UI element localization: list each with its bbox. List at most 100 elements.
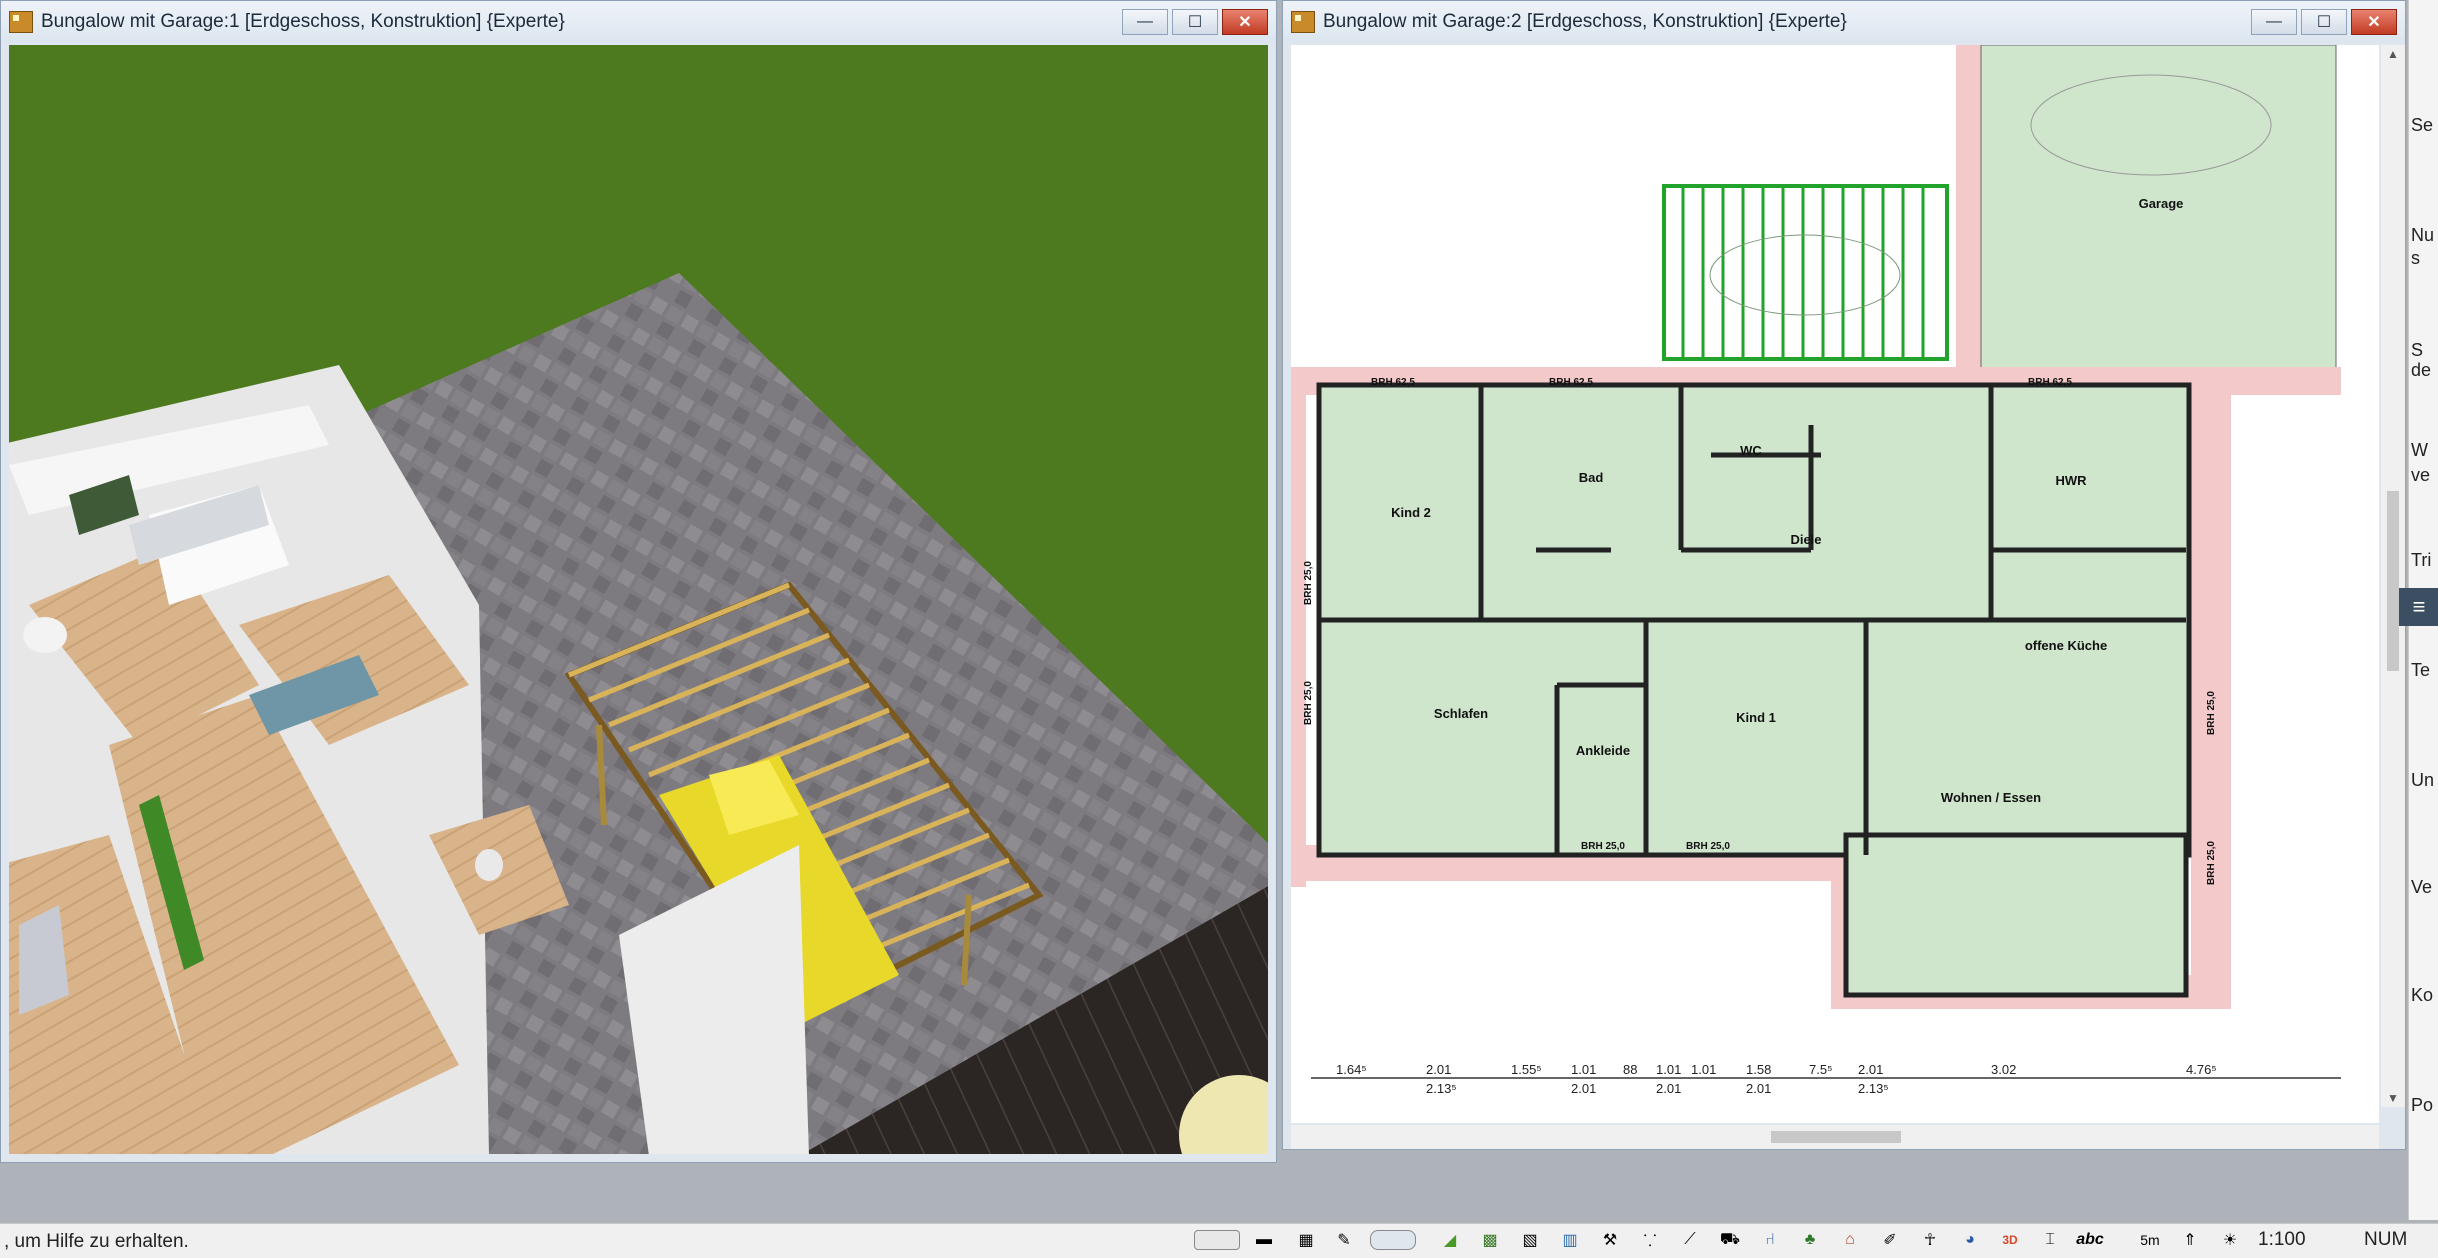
3d-view-icon[interactable]: 3D bbox=[1996, 1228, 2024, 1252]
brh-label: BRH 25,0 bbox=[1303, 681, 1314, 725]
pattern-icon[interactable]: ▥ bbox=[1556, 1228, 1584, 1252]
3d-scene bbox=[9, 45, 1268, 1154]
chair-icon[interactable]: ⑁ bbox=[1756, 1228, 1784, 1252]
brh-label: BRH 62,5 bbox=[1371, 377, 1415, 388]
minimize-button[interactable]: — bbox=[1122, 9, 1168, 35]
side-panel-text: Te bbox=[2411, 660, 2431, 680]
side-panel-text: Se bbox=[2411, 115, 2434, 135]
app-icon bbox=[1291, 11, 1315, 33]
scale-display: 1:100 bbox=[2258, 1229, 2306, 1250]
panel-splitter-handle[interactable]: ≡ bbox=[2399, 588, 2438, 626]
room-label-wohnen-essen: Wohnen / Essen bbox=[1941, 790, 2041, 805]
stairs-icon[interactable]: ⟋ bbox=[1676, 1228, 1704, 1252]
side-panel-text: Tri bbox=[2411, 550, 2432, 570]
grid-icon[interactable]: ▦ bbox=[1292, 1228, 1320, 1252]
side-panel-text: S bbox=[2411, 340, 2424, 360]
left-window-titlebar[interactable]: Bungalow mit Garage:1 [Erdgeschoss, Kons… bbox=[1, 1, 1276, 43]
room-label-ankleide: Ankleide bbox=[1576, 743, 1630, 758]
line-tool-icon[interactable]: ▬ bbox=[1250, 1228, 1278, 1252]
svg-text:1.01: 1.01 bbox=[1656, 1062, 1681, 1077]
figure-icon[interactable]: ☥ bbox=[1916, 1228, 1944, 1252]
right-window-titlebar[interactable]: Bungalow mit Garage:2 [Erdgeschoss, Kons… bbox=[1283, 1, 2405, 43]
dimension-tool-icon[interactable] bbox=[1368, 1228, 1418, 1252]
svg-text:2.01: 2.01 bbox=[1858, 1062, 1883, 1077]
living-extension bbox=[1843, 832, 2189, 998]
left-window-title: Bungalow mit Garage:1 [Erdgeschoss, Kons… bbox=[41, 11, 565, 32]
floor-plan-viewport[interactable]: Garage WC Bad Kind 2 HWR Diele offene Kü… bbox=[1291, 45, 2379, 1123]
svg-text:2.13⁵: 2.13⁵ bbox=[1426, 1081, 1457, 1096]
wall-hatch-left bbox=[1291, 367, 1306, 887]
room-label-diele: Diele bbox=[1790, 532, 1821, 547]
bath-icon[interactable]: ◕ bbox=[1956, 1228, 1984, 1252]
right-window-title: Bungalow mit Garage:2 [Erdgeschoss, Kons… bbox=[1323, 11, 1847, 32]
svg-text:1.01: 1.01 bbox=[1571, 1062, 1596, 1077]
scroll-down-arrow[interactable]: ▼ bbox=[2387, 1091, 2399, 1105]
room-label-hwr: HWR bbox=[2055, 473, 2087, 488]
brh-label: BRH 62,5 bbox=[2028, 377, 2072, 388]
horizontal-scrollbar[interactable] bbox=[1291, 1125, 2379, 1149]
maximize-button[interactable]: ☐ bbox=[1172, 9, 1218, 35]
pencil-icon[interactable]: ✎ bbox=[1330, 1228, 1358, 1252]
scroll-up-arrow[interactable]: ▲ bbox=[2387, 47, 2399, 61]
svg-text:1.64⁵: 1.64⁵ bbox=[1336, 1062, 1367, 1077]
hatch-icon[interactable]: ▧ bbox=[1516, 1228, 1544, 1252]
texture-icon[interactable]: ▩ bbox=[1476, 1228, 1504, 1252]
brh-label: BRH 25,0 bbox=[1686, 841, 1730, 852]
side-panel-text: ve bbox=[2411, 465, 2431, 485]
toilet bbox=[475, 849, 503, 881]
side-panel[interactable]: Se Nu s S de W ve Tri ≡ Te Un Ve Ko Po bbox=[2399, 0, 2438, 1220]
close-button[interactable]: ✕ bbox=[2351, 9, 2397, 35]
garage-area bbox=[1980, 45, 2337, 391]
maximize-button[interactable]: ☐ bbox=[2301, 9, 2347, 35]
tree-icon[interactable]: ♣ bbox=[1796, 1228, 1824, 1252]
side-panel-text: Un bbox=[2411, 770, 2435, 790]
object-icon[interactable]: ⚒ bbox=[1596, 1228, 1624, 1252]
brh-label: BRH 25,0 bbox=[2206, 841, 2217, 885]
brh-label: BRH 62,5 bbox=[1549, 377, 1593, 388]
left-3d-window[interactable]: Bungalow mit Garage:1 [Erdgeschoss, Kons… bbox=[0, 0, 1277, 1163]
svg-text:2.01: 2.01 bbox=[1571, 1081, 1596, 1096]
3d-viewport[interactable] bbox=[9, 45, 1268, 1154]
svg-text:88: 88 bbox=[1623, 1062, 1637, 1077]
sketch-tool-icon[interactable] bbox=[1192, 1228, 1242, 1252]
brh-label: BRH 25,0 bbox=[1303, 561, 1314, 605]
svg-text:2.01: 2.01 bbox=[1746, 1081, 1771, 1096]
text-tool-icon[interactable]: abc bbox=[2076, 1228, 2104, 1252]
footsteps-icon[interactable]: ⸪ bbox=[1636, 1228, 1664, 1252]
room-label-kind1: Kind 1 bbox=[1736, 710, 1776, 725]
svg-text:2.13⁵: 2.13⁵ bbox=[1858, 1081, 1889, 1096]
floor-plan: Garage WC Bad Kind 2 HWR Diele offene Kü… bbox=[1291, 45, 2373, 1123]
side-panel-text: s bbox=[2411, 248, 2420, 268]
terrain-icon[interactable]: ◢ bbox=[1436, 1228, 1464, 1252]
room-label-garage: Garage bbox=[2139, 196, 2184, 211]
brh-label: BRH 25,0 bbox=[2206, 691, 2217, 735]
room-label-wc: WC bbox=[1740, 443, 1762, 458]
abc-label: abc bbox=[2076, 1231, 2104, 1248]
3d-label: 3D bbox=[2002, 1233, 2018, 1247]
side-panel-text: de bbox=[2411, 360, 2432, 380]
svg-text:7.5⁵: 7.5⁵ bbox=[1809, 1062, 1832, 1077]
app-icon bbox=[9, 11, 33, 33]
garage-wall bbox=[1956, 45, 1981, 375]
room-label-offene-kueche: offene Küche bbox=[2025, 638, 2107, 653]
right-plan-window[interactable]: Bungalow mit Garage:2 [Erdgeschoss, Kons… bbox=[1282, 0, 2406, 1150]
room-label-schlafen: Schlafen bbox=[1434, 706, 1488, 721]
minimize-button[interactable]: — bbox=[2251, 9, 2297, 35]
measure-tool-icon[interactable]: 5m bbox=[2136, 1228, 2164, 1252]
brush-icon[interactable]: ✐ bbox=[1876, 1228, 1904, 1252]
sun-icon[interactable]: ☀ bbox=[2216, 1228, 2244, 1252]
vertical-scroll-thumb[interactable] bbox=[2387, 491, 2399, 671]
side-panel-text: Nu bbox=[2411, 225, 2435, 245]
svg-text:1.58: 1.58 bbox=[1746, 1062, 1771, 1077]
close-button[interactable]: ✕ bbox=[1222, 9, 1268, 35]
roof-icon[interactable]: ⌂ bbox=[1836, 1228, 1864, 1252]
north-arrow-icon[interactable]: ⇑ bbox=[2176, 1228, 2204, 1252]
furniture-icon[interactable]: ⛟ bbox=[1716, 1228, 1744, 1252]
sink bbox=[23, 617, 67, 653]
vertical-scrollbar[interactable]: ▲ ▼ bbox=[2381, 45, 2405, 1107]
structure-icon[interactable]: ⌶ bbox=[2036, 1228, 2064, 1252]
horizontal-scroll-thumb[interactable] bbox=[1771, 1131, 1901, 1143]
svg-text:2.01: 2.01 bbox=[1426, 1062, 1451, 1077]
svg-text:4.76⁵: 4.76⁵ bbox=[2186, 1062, 2217, 1077]
status-help-text: , um Hilfe zu erhalten. bbox=[4, 1231, 189, 1252]
